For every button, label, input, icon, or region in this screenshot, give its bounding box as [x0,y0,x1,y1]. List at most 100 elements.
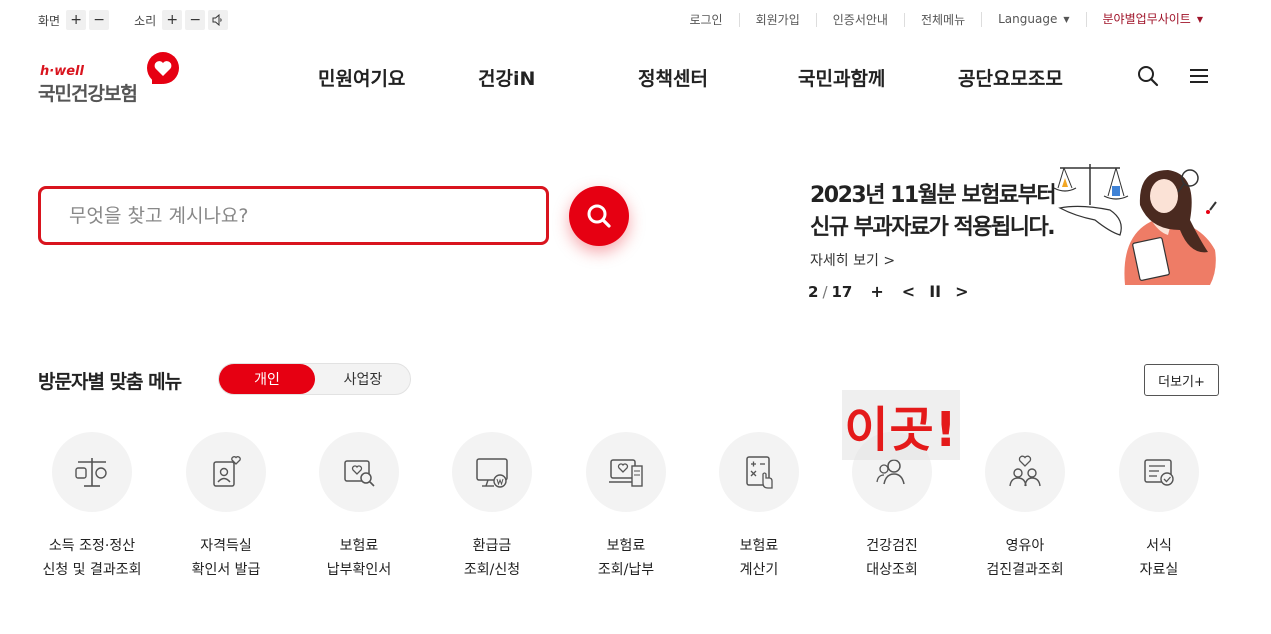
banner-title-line: 신규 부과자료가 적용됩니다. [810,215,1056,240]
nav-item-health-in[interactable]: 건강iN [478,64,535,91]
more-button[interactable]: 더보기+ [1144,364,1219,396]
menu-icon-circle [586,432,666,512]
menu-label-line: 건강검진 [866,538,918,554]
menu-label-line: 자격득실 [200,538,252,554]
field-sites-select[interactable]: 분야별업무사이트 ▼ [1085,12,1219,27]
banner-next-button[interactable]: > [955,282,968,301]
nav-item-civil-service[interactable]: 민원여기요 [318,64,405,91]
menu-label-line: 확인서 발급 [191,562,261,578]
utility-bar: 화면 + − 소리 + − 로그인 회원가입 인증서안내 전체메뉴 Langua… [0,0,1271,40]
search-button[interactable] [569,186,629,246]
banner-illustration [1053,164,1217,285]
menu-label-line: 보험료 [739,538,779,554]
logo-tagline: h·well [40,64,84,79]
menu-label-line: 환급금 [472,538,512,554]
menu-item-label: 자격득실 확인서 발급 [156,534,296,582]
speaker-icon[interactable] [208,10,229,30]
login-link[interactable]: 로그인 [673,13,738,27]
language-select[interactable]: Language ▼ [981,12,1085,27]
id-card-heart-icon [213,456,241,487]
menu-label-line: 자료실 [1139,562,1179,578]
field-sites-label: 분야별업무사이트 [1102,12,1191,26]
sound-group: 소리 + − [134,10,231,30]
utility-links: 로그인 회원가입 인증서안내 전체메뉴 Language ▼ 분야별업무사이트 ▼ [673,12,1219,27]
search-icon [587,204,611,228]
screen-zoom-in-button[interactable]: + [66,10,87,30]
monitor-won-icon [476,458,508,488]
menu-item-label: 소득 조정·정산 신청 및 결과조회 [22,534,162,582]
menu-label-line: 검진결과조회 [986,562,1064,578]
screen-zoom-out-button[interactable]: − [89,10,110,30]
menu-item-label: 서식 자료실 [1089,534,1229,582]
screen-zoom-group: 화면 + − [38,10,112,30]
sound-down-button[interactable]: − [185,10,206,30]
hamburger-menu-icon[interactable] [1187,64,1211,88]
menu-icon-circle [319,432,399,512]
nav-item-with-citizens[interactable]: 국민과함께 [798,64,885,91]
chevron-right-icon: > [883,253,896,269]
banner-title-line: 2023년 11월분 보험료부터 [810,183,1057,208]
form-check-icon [1144,459,1174,486]
family-heart-icon [1009,455,1041,487]
visitor-menu-title: 방문자별 맞춤 메뉴 [38,371,182,393]
banner-plus-button[interactable]: + [870,282,883,301]
menu-icon-circle [186,432,266,512]
search-box [38,186,549,245]
tab-individual[interactable]: 개인 [219,364,315,394]
logo-name: 국민건강보험 [38,83,138,105]
banner-pause-button[interactable]: II [929,282,941,301]
sound-up-button[interactable]: + [162,10,183,30]
sound-label: 소리 [134,13,157,28]
menu-item-label: 보험료 조회/납부 [556,534,696,582]
signup-link[interactable]: 회원가입 [738,12,816,27]
menu-item-label: 보험료 계산기 [689,534,829,582]
menu-icon-circle [719,432,799,512]
accessibility-controls: 화면 + − 소리 + − [38,10,253,30]
banner-page-current: 2 [808,282,819,301]
search-input[interactable] [41,189,546,242]
menu-label-line: 보험료 [606,538,646,554]
menu-label-line: 서식 [1146,538,1172,554]
menu-item-label: 보험료 납부확인서 [289,534,429,582]
banner-more-link[interactable]: 자세히 보기 > [810,250,895,270]
menu-label-line: 영유아 [1005,538,1045,554]
highlight-sticker: 이곳! [842,390,960,460]
tab-business[interactable]: 사업장 [315,364,411,394]
menu-icon-circle [52,432,132,512]
caret-down-icon: ▼ [1196,15,1203,24]
banner-page-total: 17 [831,282,853,301]
menu-item-label: 건강검진 대상조회 [822,534,962,582]
menu-icon-circle [452,432,532,512]
banner-controls: 2 / 17 + < II > [808,282,969,301]
calculator-icon [746,456,773,489]
menu-label-line: 계산기 [739,562,779,578]
scale-icon [75,458,107,487]
certificate-guide-link[interactable]: 인증서안내 [815,12,904,27]
menu-item-label: 영유아 검진결과조회 [955,534,1095,582]
menu-label-line: 소득 조정·정산 [48,538,136,554]
menu-icon-circle [985,432,1065,512]
full-menu-link[interactable]: 전체메뉴 [903,12,981,27]
site-logo[interactable]: h·well 국민건강보험 [38,52,188,105]
banner-page-separator: / [822,282,828,301]
visitor-type-toggle: 개인 사업장 [218,363,411,395]
menu-icon-circle [1119,432,1199,512]
banner-title[interactable]: 2023년 11월분 보험료부터 신규 부과자료가 적용됩니다. [810,180,1057,244]
language-label: Language [998,12,1058,26]
caret-down-icon: ▼ [1063,15,1070,24]
heart-logo-icon [147,52,179,84]
banner-more-label: 자세히 보기 [810,253,879,269]
search-icon[interactable] [1136,64,1160,88]
nav-item-policy-center[interactable]: 정책센터 [638,64,708,91]
menu-label-line: 납부확인서 [326,562,392,578]
banner-prev-button[interactable]: < [902,282,915,301]
menu-label-line: 조회/납부 [597,562,655,578]
laptop-receipt-icon [609,459,643,487]
menu-label-line: 신청 및 결과조회 [42,562,142,578]
menu-label-line: 대상조회 [866,562,918,578]
menu-label-line: 보험료 [339,538,379,554]
menu-item-label: 환급금 조회/신청 [422,534,562,582]
nav-item-about-corp[interactable]: 공단요모조모 [958,64,1063,91]
document-search-icon [344,460,375,487]
menu-label-line: 조회/신청 [463,562,521,578]
